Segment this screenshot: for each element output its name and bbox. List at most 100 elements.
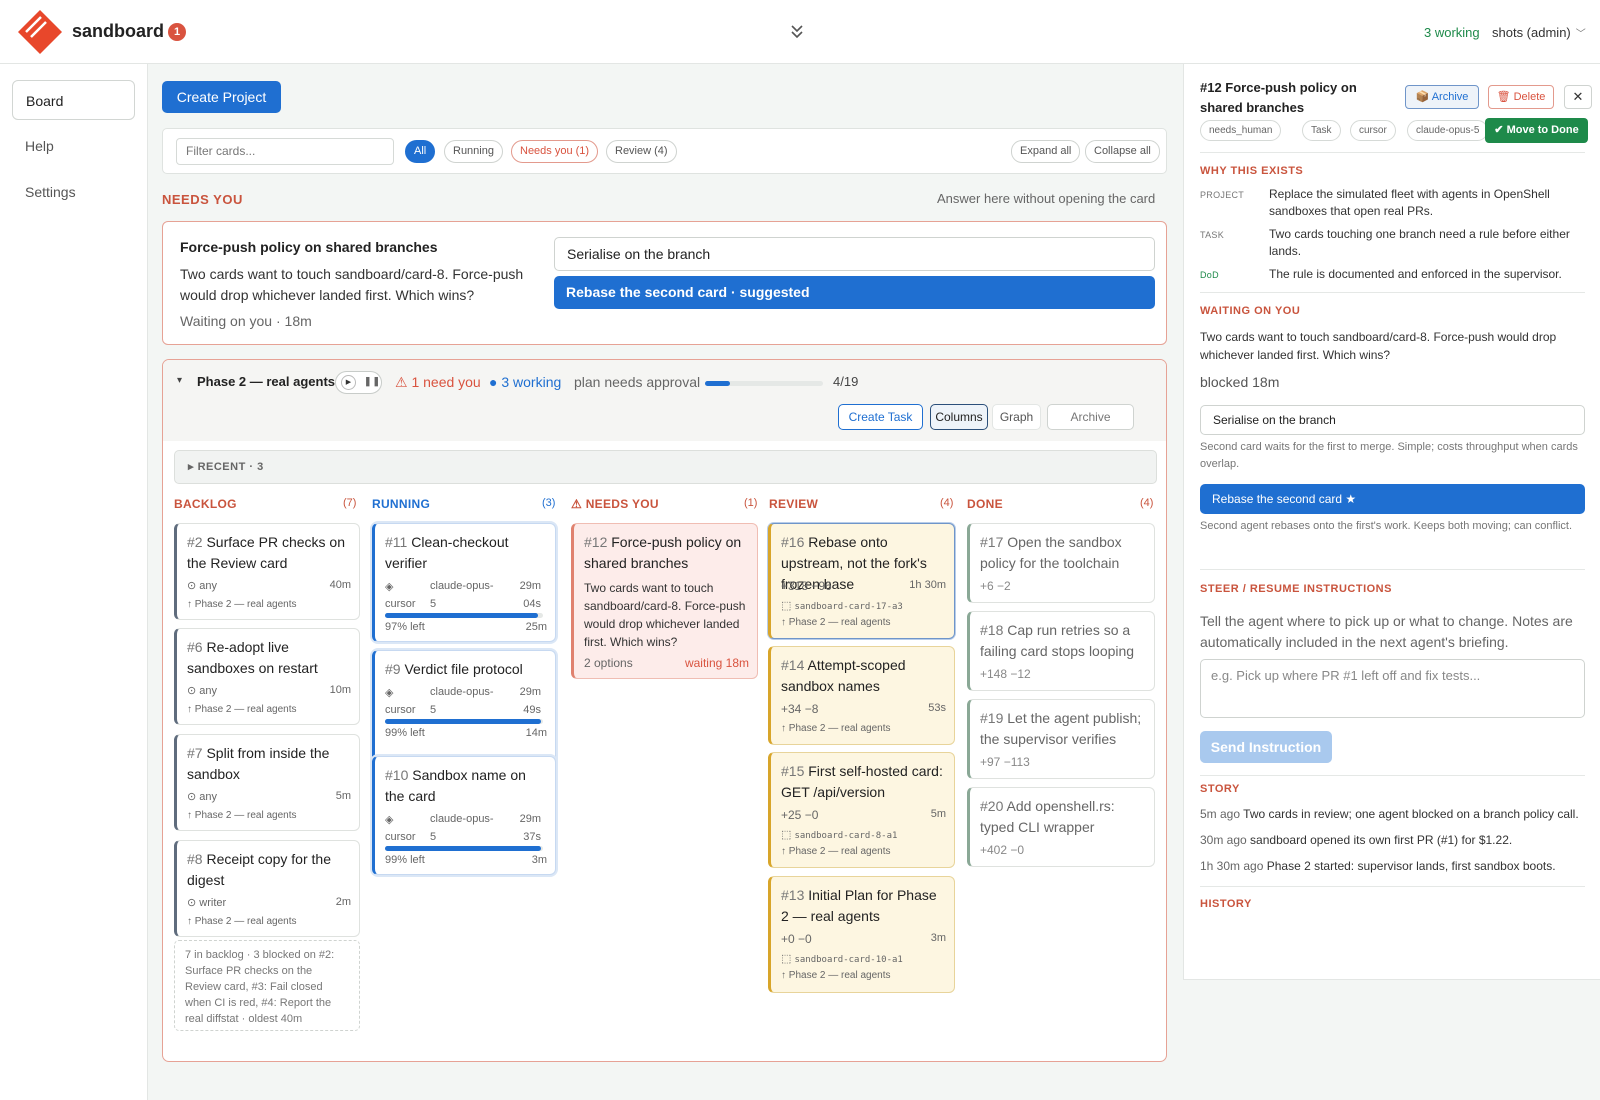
send-instruction-button[interactable]: Send Instruction bbox=[1200, 731, 1332, 763]
card-phase-link[interactable]: ↑ Phase 2 — real agents bbox=[781, 617, 891, 628]
filter-chip-all[interactable]: All bbox=[405, 140, 436, 163]
done-card[interactable]: #17 Open the sandbox policy for the tool… bbox=[967, 523, 1155, 603]
done-card[interactable]: #20 Add openshell.rs: typed CLI wrapper … bbox=[967, 787, 1155, 867]
collapse-caret-icon[interactable]: ▾ bbox=[177, 375, 182, 386]
card-phase-link[interactable]: ↑ Phase 2 — real agents bbox=[187, 810, 297, 821]
card-age: 2m bbox=[335, 896, 351, 908]
branch-row[interactable]: ⬚ sandboard-card-10-a1 bbox=[781, 952, 903, 965]
card-phase-link[interactable]: ↑ Phase 2 — real agents bbox=[781, 723, 891, 734]
filter-input[interactable]: Filter cards... bbox=[176, 138, 394, 165]
review-card[interactable]: #15 First self-hosted card: GET /api/ver… bbox=[768, 752, 955, 868]
card-elapsed-sec: 37s bbox=[523, 831, 541, 843]
branch-row[interactable]: ⬚ sandboard-card-8-a1 bbox=[781, 828, 897, 841]
need-you-count[interactable]: ⚠ 1 need you bbox=[395, 374, 481, 391]
working-count[interactable]: 3 working bbox=[1424, 25, 1480, 40]
project-title[interactable]: Phase 2 — real agents bbox=[197, 374, 335, 389]
play-pause-control[interactable]: ▶ ❚❚ bbox=[335, 371, 382, 394]
question-title[interactable]: Force-push policy on shared branches bbox=[180, 239, 438, 255]
budget-left: 99% left bbox=[385, 854, 425, 866]
brand-name[interactable]: sandboard bbox=[72, 21, 164, 42]
card-phase-link[interactable]: ↑ Phase 2 — real agents bbox=[187, 599, 297, 610]
create-project-button[interactable]: Create Project bbox=[162, 81, 281, 113]
card-title: #14 Attempt-scoped sandbox names bbox=[781, 655, 946, 697]
delete-card-button[interactable]: 🗑 Delete bbox=[1488, 85, 1554, 109]
review-card[interactable]: #13 Initial Plan for Phase 2 — real agen… bbox=[768, 876, 955, 993]
done-card[interactable]: #18 Cap run retries so a failing card st… bbox=[967, 611, 1155, 691]
archive-card-button[interactable]: 📦 Archive bbox=[1405, 85, 1479, 109]
card-phase-link[interactable]: ↑ Phase 2 — real agents bbox=[187, 916, 297, 927]
card-agent: ⊙ any bbox=[187, 791, 218, 803]
review-card[interactable]: #16 Rebase onto upstream, not the fork's… bbox=[768, 523, 955, 639]
card-age: 3m bbox=[930, 932, 946, 944]
nav-item-settings[interactable]: Settings bbox=[12, 172, 135, 212]
running-card[interactable]: #10 Sandbox name on the card ◈ claude-op… bbox=[372, 756, 556, 875]
progress-count: 4/19 bbox=[833, 374, 859, 389]
play-icon[interactable]: ▶ bbox=[341, 375, 356, 390]
card-question: Two cards want to touch sandboard/card-8… bbox=[584, 581, 746, 649]
sandboard-logo-icon[interactable] bbox=[17, 9, 63, 55]
story-time: 30m ago bbox=[1200, 833, 1247, 847]
card-agent: ⊙ any bbox=[187, 685, 218, 697]
collapse-all-button[interactable]: Collapse all bbox=[1085, 140, 1160, 163]
recent-toggle[interactable]: ▸ RECENT · 3 bbox=[174, 450, 1157, 484]
card-title: #17 Open the sandbox policy for the tool… bbox=[980, 532, 1146, 574]
dod-key: DoD bbox=[1200, 270, 1219, 280]
card-number: #12 bbox=[584, 534, 608, 550]
running-card[interactable]: #11 Clean-checkout verifier ◈ claude-opu… bbox=[372, 523, 556, 642]
card-title-text: Initial Plan for Phase 2 — real agents bbox=[781, 887, 937, 924]
card-title-text: Cap run retries so a failing card stops … bbox=[980, 622, 1135, 659]
filter-chip-running[interactable]: Running bbox=[444, 140, 503, 163]
close-icon[interactable]: ✕ bbox=[1564, 85, 1592, 109]
filter-chip-review[interactable]: Review (4) bbox=[606, 140, 677, 163]
nav-item-board[interactable]: Board bbox=[12, 80, 135, 120]
card-phase-link[interactable]: ↑ Phase 2 — real agents bbox=[187, 704, 297, 715]
double-chevron-down-icon[interactable] bbox=[790, 23, 804, 41]
card-diffstat: +402 −0 bbox=[980, 843, 1025, 857]
card-number: #9 bbox=[385, 661, 401, 677]
card-elapsed-min: 29m bbox=[519, 813, 541, 825]
backlog-card[interactable]: #2 Surface PR checks on the Review card … bbox=[174, 523, 360, 620]
needs-you-card[interactable]: #12 Force-push policy on shared branches… bbox=[571, 523, 758, 679]
waiting-time: Waiting on you · 18m bbox=[180, 313, 312, 329]
plan-status[interactable]: plan needs approval bbox=[574, 374, 700, 390]
card-phase-link[interactable]: ↑ Phase 2 — real agents bbox=[781, 846, 891, 857]
card-title: #20 Add openshell.rs: typed CLI wrapper bbox=[980, 796, 1146, 838]
card-title: #18 Cap run retries so a failing card st… bbox=[980, 620, 1146, 662]
running-card[interactable]: #9 Verdict file protocol ◈ claude-opus- … bbox=[372, 650, 556, 769]
columns-view-button[interactable]: Columns bbox=[930, 404, 988, 430]
working-count-project[interactable]: ● 3 working bbox=[489, 374, 561, 390]
review-card[interactable]: #14 Attempt-scoped sandbox names +34 −8 … bbox=[768, 646, 955, 745]
move-to-done-button[interactable]: ✔ Move to Done bbox=[1485, 118, 1588, 143]
card-diffstat: +0 −0 bbox=[781, 932, 812, 946]
card-number: #11 bbox=[385, 534, 408, 550]
backlog-card[interactable]: #8 Receipt copy for the digest ⊙ writer … bbox=[174, 840, 360, 937]
project-panel: ▾ Phase 2 — real agents ▶ ❚❚ ⚠ 1 need yo… bbox=[162, 359, 1167, 1062]
divider bbox=[1200, 152, 1585, 153]
card-phase-link[interactable]: ↑ Phase 2 — real agents bbox=[781, 970, 891, 981]
card-number: #16 bbox=[781, 534, 805, 550]
expand-all-button[interactable]: Expand all bbox=[1011, 140, 1081, 163]
steer-instruction-input[interactable]: e.g. Pick up where PR #1 left off and fi… bbox=[1200, 659, 1585, 718]
answer-option-serialise-detail[interactable]: Serialise on the branch bbox=[1200, 405, 1585, 435]
graph-view-button[interactable]: Graph bbox=[992, 404, 1041, 430]
answer-option-serialise[interactable]: Serialise on the branch bbox=[554, 237, 1155, 271]
tag-model: claude-opus-5 bbox=[1407, 120, 1489, 141]
history-heading[interactable]: HISTORY bbox=[1200, 898, 1252, 910]
archive-project-button[interactable]: Archive bbox=[1047, 404, 1134, 430]
pause-icon[interactable]: ❚❚ bbox=[364, 376, 381, 387]
nav-item-help[interactable]: Help bbox=[12, 126, 135, 166]
divider bbox=[1200, 569, 1585, 570]
answer-option-rebase[interactable]: Rebase the second card · suggested bbox=[554, 276, 1155, 309]
card-agent: ⊙ writer bbox=[187, 897, 227, 909]
user-menu[interactable]: shots (admin) ﹀ bbox=[1492, 25, 1586, 40]
budget-bar bbox=[385, 846, 543, 851]
done-card[interactable]: #19 Let the agent publish; the superviso… bbox=[967, 699, 1155, 779]
answer-option-rebase-detail[interactable]: Rebase the second card ★ bbox=[1200, 484, 1585, 514]
create-task-button[interactable]: Create Task bbox=[838, 404, 923, 430]
backlog-card[interactable]: #6 Re-adopt live sandboxes on restart ⊙ … bbox=[174, 628, 360, 725]
card-model-version: 5 bbox=[430, 598, 437, 610]
backlog-card[interactable]: #7 Split from inside the sandbox ⊙ any 5… bbox=[174, 734, 360, 831]
branch-row[interactable]: ⬚ sandboard-card-17-a3 bbox=[781, 599, 903, 612]
filter-chip-needs-you[interactable]: Needs you (1) bbox=[511, 140, 599, 163]
notification-badge[interactable]: 1 bbox=[168, 23, 186, 41]
